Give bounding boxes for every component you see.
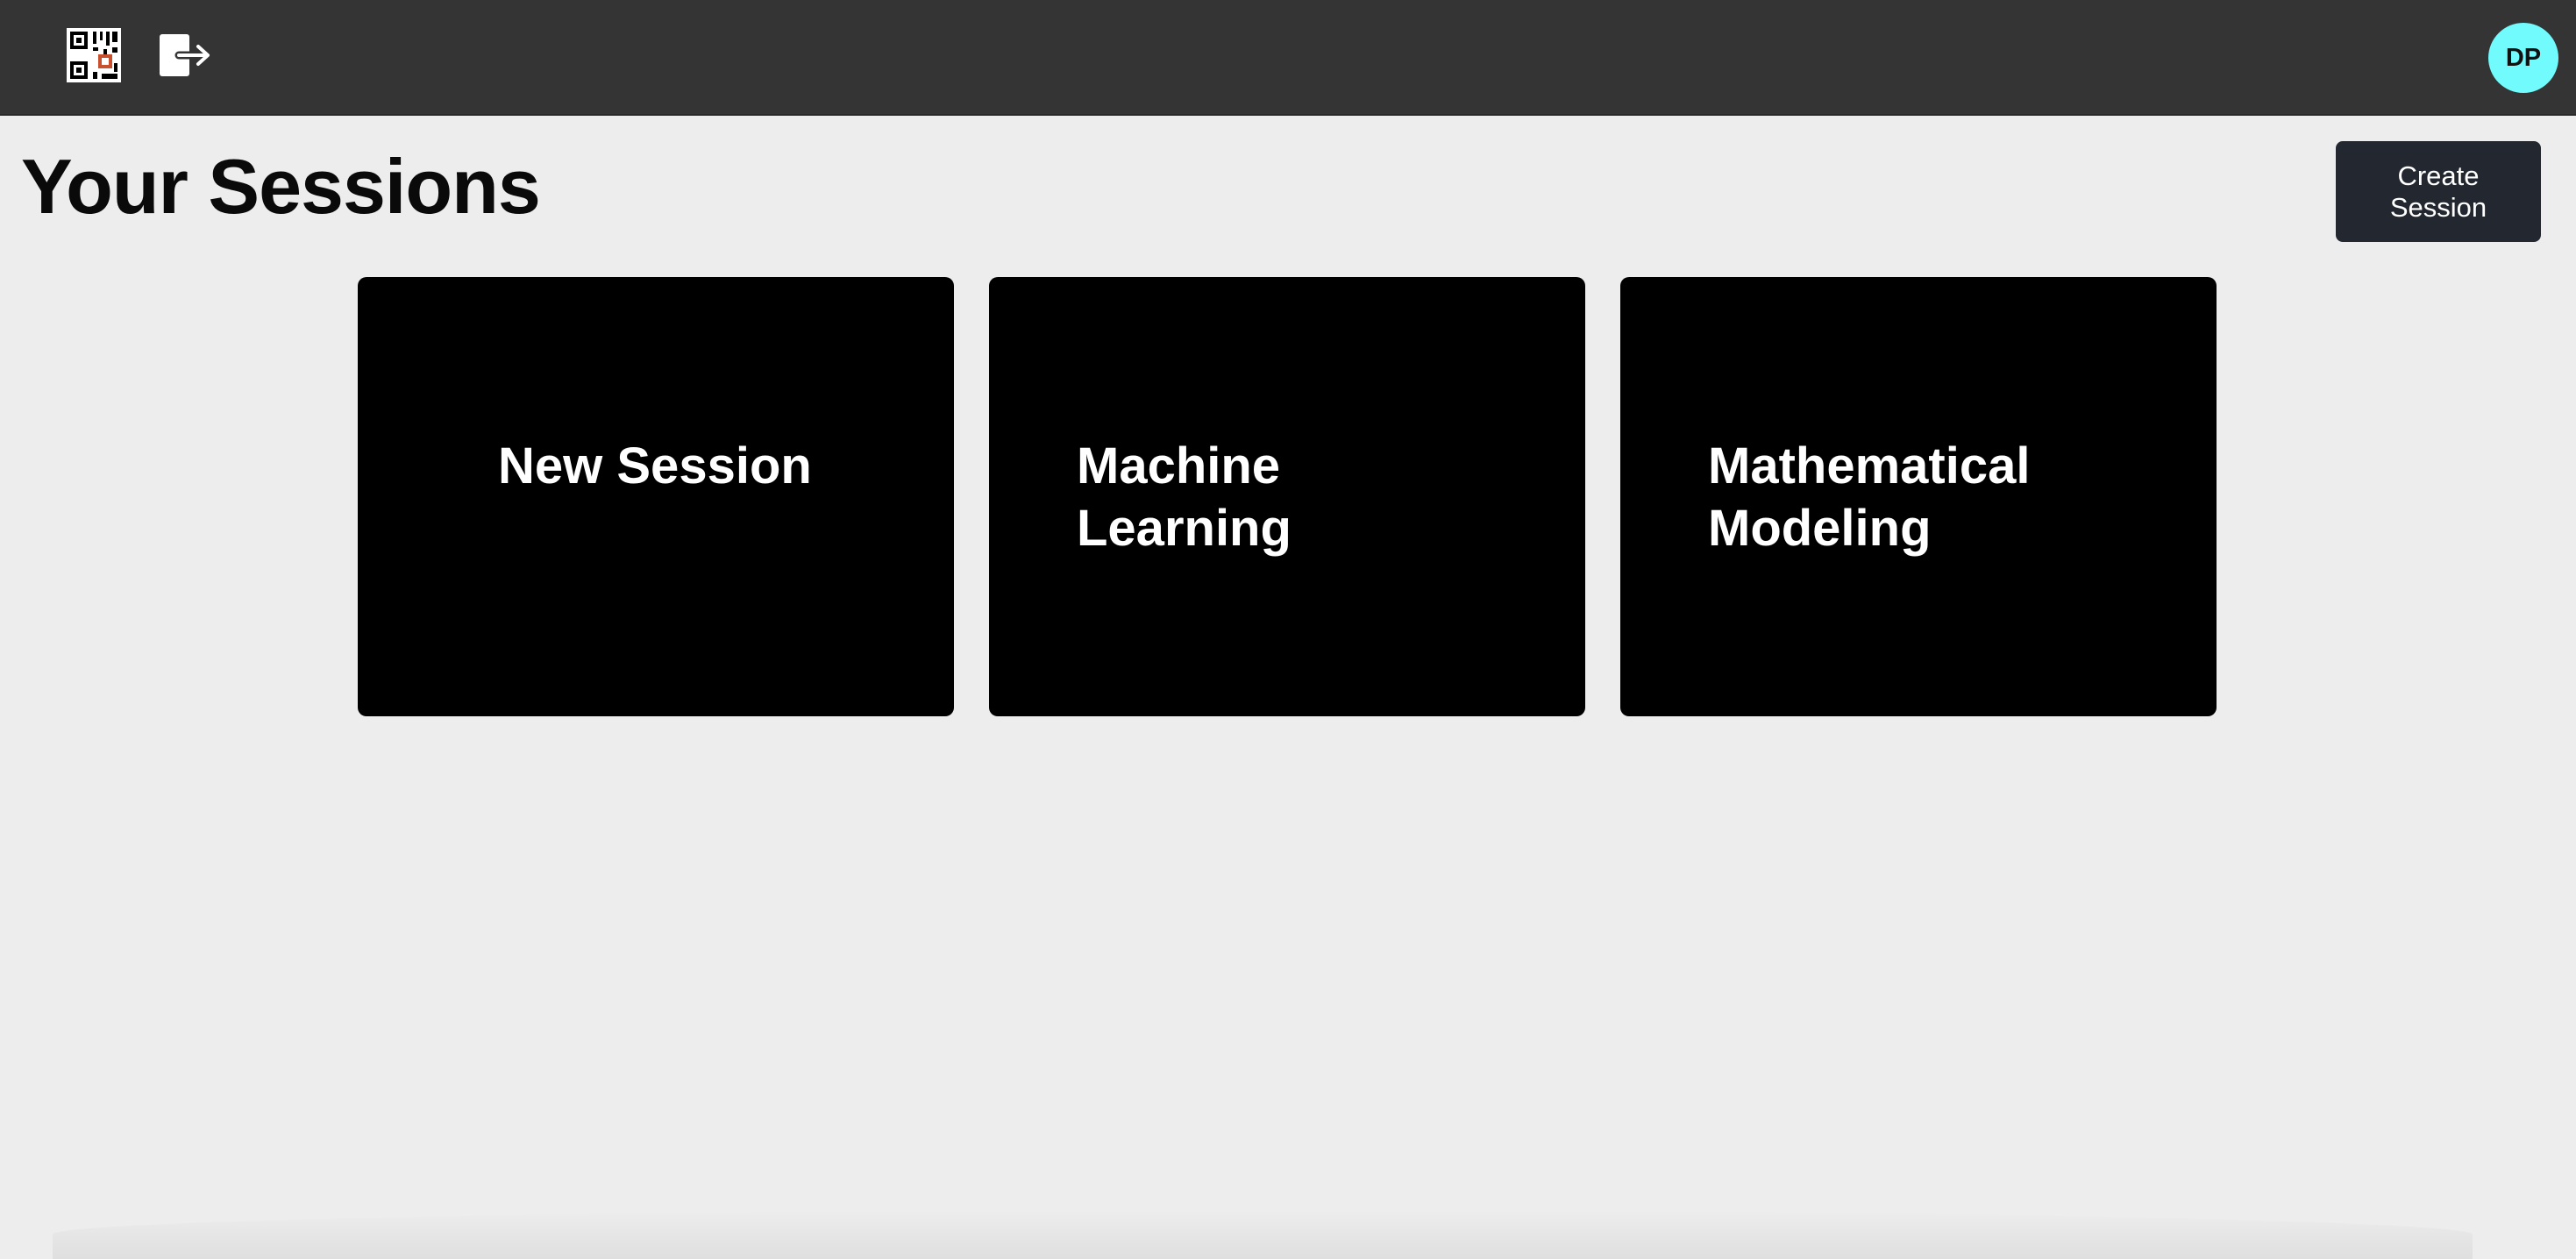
page-title: Your Sessions (21, 143, 541, 230)
session-card-machine-learning[interactable]: Machine Learning (989, 277, 1585, 716)
qr-code-icon[interactable] (67, 28, 121, 82)
session-card-title: New Session (498, 437, 812, 494)
bottom-shadow (53, 1210, 2473, 1259)
top-bar: DP (0, 0, 2576, 114)
create-session-button[interactable]: Create Session (2336, 141, 2541, 242)
logout-icon[interactable] (158, 32, 212, 79)
top-bar-divider (0, 114, 2576, 116)
user-avatar[interactable]: DP (2488, 23, 2558, 93)
session-card-title: Mathematical Modeling (1708, 437, 2031, 557)
session-card-title: Machine Learning (1077, 437, 1292, 557)
session-card-new-session[interactable]: New Session (358, 277, 954, 716)
session-card-mathematical-modeling[interactable]: Mathematical Modeling (1620, 277, 2217, 716)
